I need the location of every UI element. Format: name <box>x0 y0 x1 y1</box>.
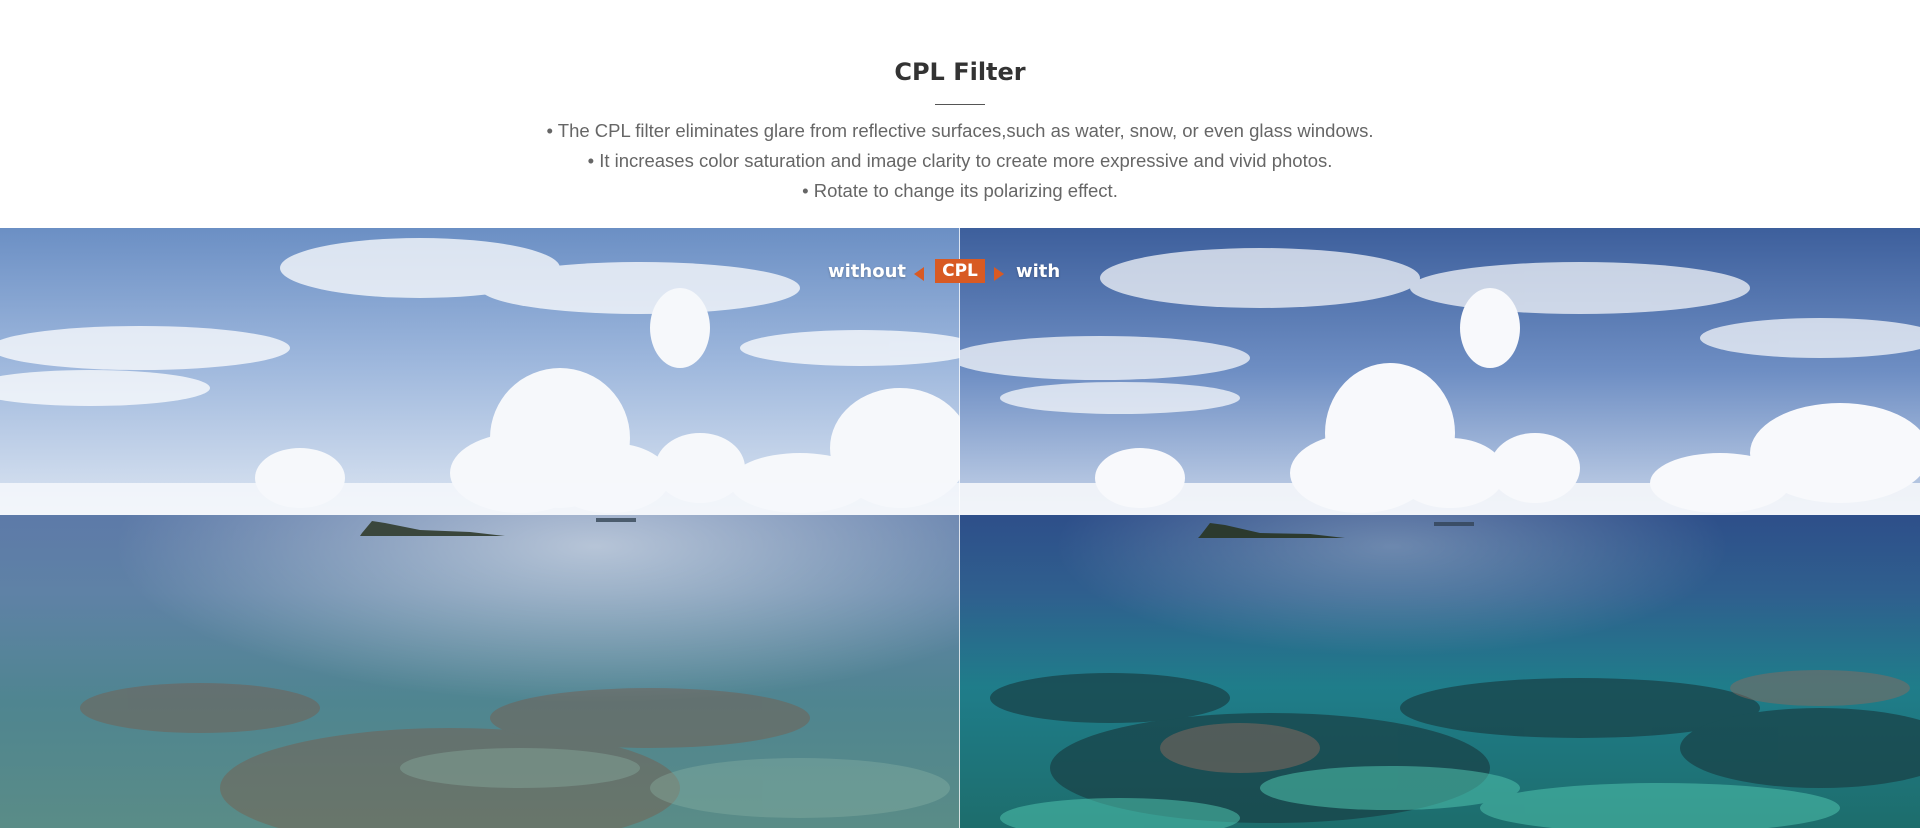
cpl-badge: CPL <box>935 259 985 283</box>
feature-item-rotate: • Rotate to change its polarizing effect… <box>802 180 1118 201</box>
feature-item-saturation: • It increases color saturation and imag… <box>587 150 1333 171</box>
feature-list: • The CPL filter eliminates glare from r… <box>0 116 1920 206</box>
feature-item-glare: • The CPL filter eliminates glare from r… <box>546 120 1374 141</box>
image-with-cpl <box>960 228 1920 828</box>
page-title: CPL Filter <box>894 58 1026 86</box>
comparison-slider[interactable]: without CPL with <box>0 228 1920 828</box>
without-label: without <box>828 261 907 282</box>
comparison-divider-handle[interactable] <box>959 228 960 828</box>
arrow-left-icon <box>914 267 924 281</box>
image-without-cpl <box>0 228 960 828</box>
title-underline <box>935 104 985 105</box>
arrow-right-icon <box>994 267 1004 281</box>
with-label: with <box>1016 261 1061 282</box>
cpl-toggle: without CPL with <box>0 258 1920 288</box>
header-section: CPL Filter • The CPL filter eliminates g… <box>0 0 1920 228</box>
